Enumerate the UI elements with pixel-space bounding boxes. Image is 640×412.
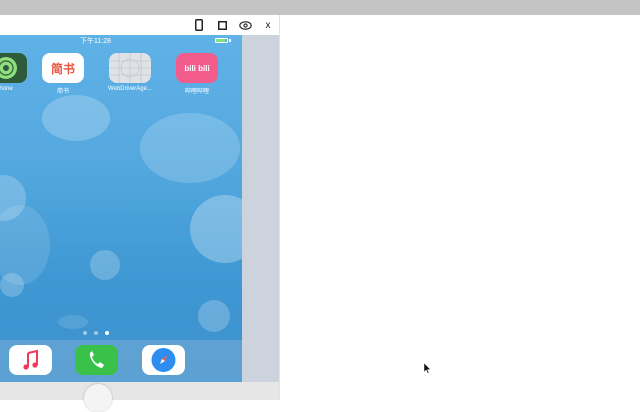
phone-icon[interactable] xyxy=(192,18,206,32)
music-icon[interactable] xyxy=(9,345,52,375)
home-button[interactable] xyxy=(84,384,112,412)
square-icon[interactable] xyxy=(215,18,229,32)
dock xyxy=(0,340,242,382)
inspector-pane: x 下午11:28 hone 简书 简书 WebDriverAge... bil… xyxy=(0,15,280,412)
status-time: 下午11:28 xyxy=(80,38,111,45)
eye-icon[interactable] xyxy=(238,18,252,32)
device-frame: 下午11:28 hone 简书 简书 WebDriverAge... bili … xyxy=(0,35,279,382)
pane-toolbar: x xyxy=(0,15,279,35)
home-bar xyxy=(0,382,279,412)
find-iphone-icon xyxy=(0,53,27,83)
page-dot xyxy=(105,331,109,335)
app-bilibili[interactable]: bili bili 哔哩哔哩 xyxy=(167,53,227,95)
close-icon[interactable]: x xyxy=(261,18,275,32)
jianshu-icon: 简书 xyxy=(42,53,84,83)
top-strip xyxy=(0,0,640,15)
app-webdriveragent[interactable]: WebDriverAge... xyxy=(100,53,160,92)
safari-icon[interactable] xyxy=(142,345,185,375)
status-bar: 下午11:28 xyxy=(0,35,242,47)
webdriveragent-icon xyxy=(109,53,151,83)
mouse-cursor-icon xyxy=(423,361,432,379)
page-dot xyxy=(83,331,87,335)
battery-icon xyxy=(215,38,228,43)
bilibili-icon: bili bili xyxy=(176,53,218,83)
app-find-iphone[interactable]: hone xyxy=(0,53,36,92)
page-indicator xyxy=(83,331,113,336)
device-screen[interactable]: 下午11:28 hone 简书 简书 WebDriverAge... bili … xyxy=(0,35,242,382)
app-jianshu[interactable]: 简书 简书 xyxy=(33,53,93,95)
phone-call-icon[interactable] xyxy=(75,345,118,375)
page-dot xyxy=(94,331,98,335)
